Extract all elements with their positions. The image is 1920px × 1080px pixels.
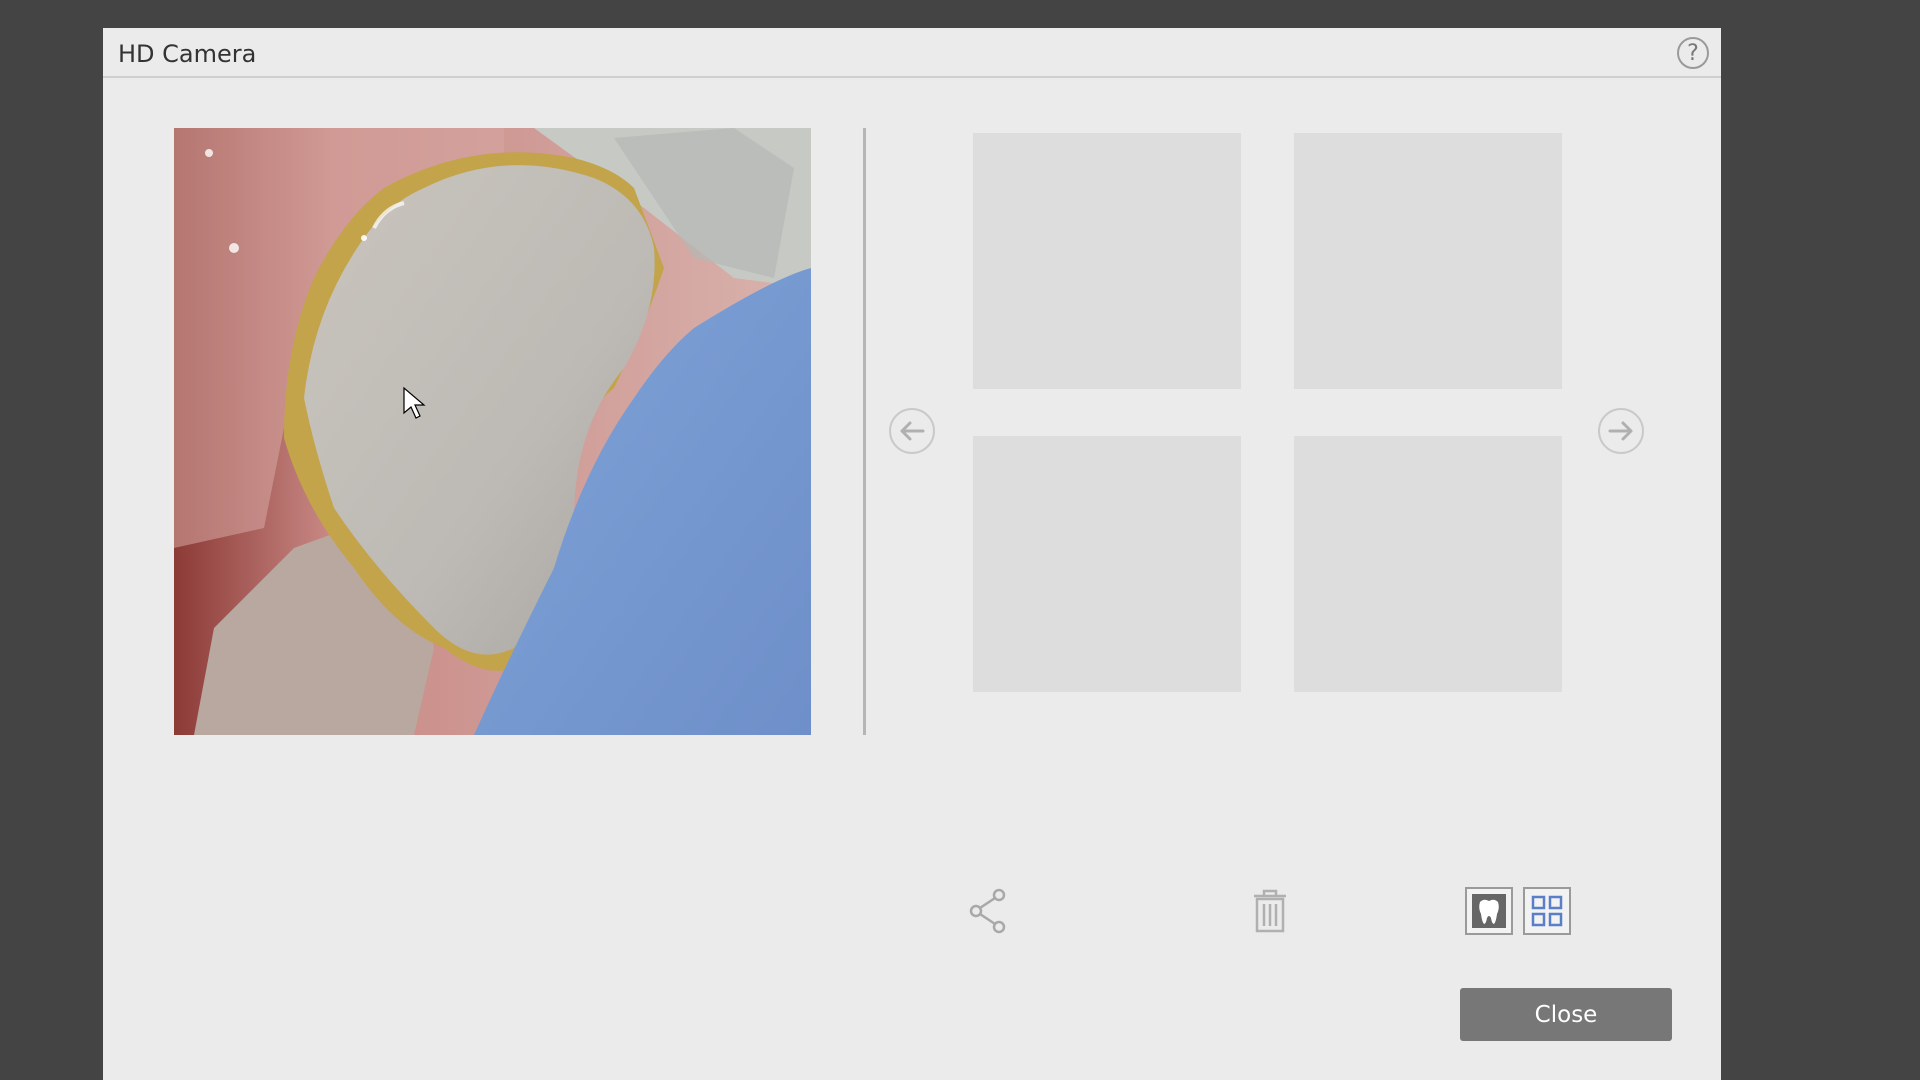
trash-icon <box>1254 889 1286 933</box>
camera-image <box>174 128 811 735</box>
thumbnail-slot[interactable] <box>1294 133 1562 389</box>
previous-page-button[interactable] <box>889 408 935 454</box>
share-icon <box>969 888 1006 934</box>
panel-divider <box>863 128 866 735</box>
close-button[interactable]: Close <box>1460 988 1672 1041</box>
help-button[interactable]: ? <box>1677 37 1709 69</box>
camera-live-view[interactable] <box>174 128 811 735</box>
next-page-button[interactable] <box>1598 408 1644 454</box>
hd-camera-dialog: HD Camera ? Close <box>103 28 1721 1080</box>
tooth-view-button[interactable] <box>1465 887 1513 935</box>
grid-icon <box>1531 895 1563 927</box>
dialog-titlebar: HD Camera ? <box>103 28 1721 78</box>
share-button[interactable] <box>965 886 1015 936</box>
thumbnail-slot[interactable] <box>973 133 1241 389</box>
help-icon: ? <box>1687 40 1699 66</box>
grid-view-button[interactable] <box>1523 887 1571 935</box>
dialog-title: HD Camera <box>118 40 257 68</box>
delete-button[interactable] <box>1245 886 1295 936</box>
thumbnail-slot[interactable] <box>973 436 1241 692</box>
arrow-left-icon <box>900 421 925 441</box>
tooth-icon <box>1472 894 1506 928</box>
thumbnail-slot[interactable] <box>1294 436 1562 692</box>
arrow-right-icon <box>1608 421 1633 441</box>
